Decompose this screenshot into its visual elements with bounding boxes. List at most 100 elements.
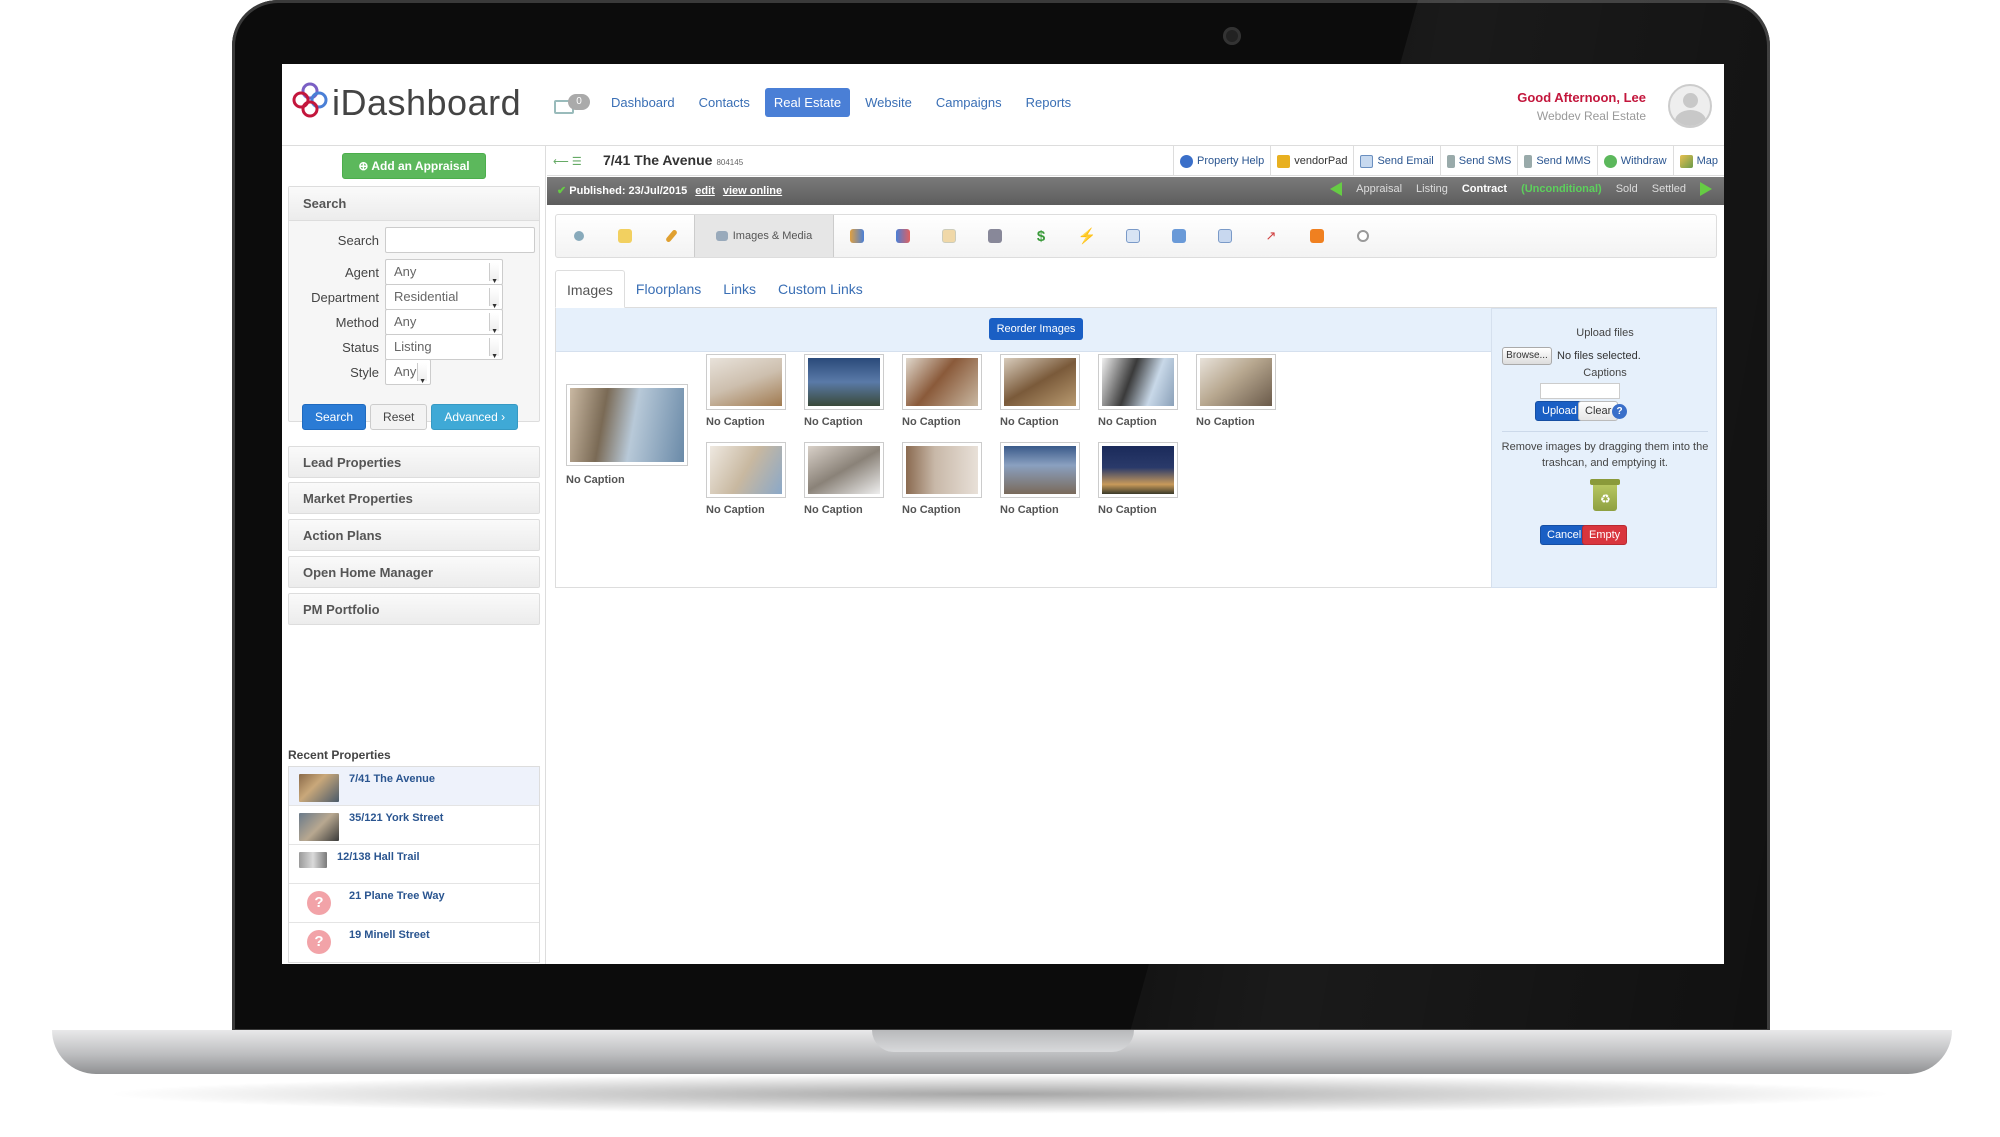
arrow-left-icon[interactable]	[1330, 182, 1343, 196]
map-button[interactable]: Map	[1672, 146, 1724, 176]
style-value: Any	[394, 364, 417, 379]
gallery-image[interactable]	[804, 354, 884, 410]
list-item[interactable]: ? 19 Minell Street	[289, 923, 539, 962]
stage-settled[interactable]: Settled	[1652, 183, 1686, 195]
list-item[interactable]: ? 21 Plane Tree Way	[289, 884, 539, 923]
gallery-image[interactable]	[706, 354, 786, 410]
arrow-right-icon[interactable]	[1700, 182, 1712, 196]
stage-sold[interactable]: Sold	[1616, 183, 1638, 195]
laptop-shadow	[100, 1074, 1900, 1114]
tab-custom-links[interactable]: Custom Links	[767, 270, 874, 307]
pencil-icon[interactable]	[648, 215, 694, 257]
calendar-icon[interactable]	[926, 215, 972, 257]
stage-appraisal[interactable]: Appraisal	[1356, 183, 1402, 195]
lightning-icon[interactable]: ⚡	[1064, 215, 1110, 257]
nav-website[interactable]: Website	[856, 88, 921, 117]
gallery-image[interactable]	[804, 442, 884, 498]
gallery-image[interactable]	[1000, 442, 1080, 498]
section-lead-properties[interactable]: Lead Properties	[288, 446, 540, 478]
empty-button[interactable]: Empty	[1582, 525, 1628, 545]
export-icon[interactable]	[1156, 215, 1202, 257]
no-files-text: No files selected.	[1557, 350, 1641, 362]
avatar[interactable]	[1668, 84, 1712, 128]
add-appraisal-button[interactable]: ⊕ Add an Appraisal	[342, 153, 486, 179]
search-panel: Search Search Agent Any ▼ Department Resi…	[288, 186, 540, 422]
gallery-image[interactable]	[1098, 442, 1178, 498]
stage-listing[interactable]: Listing	[1416, 183, 1448, 195]
search-button[interactable]: Search	[302, 404, 367, 430]
section-market-properties[interactable]: Market Properties	[288, 482, 540, 514]
status-select[interactable]: Listing ▼	[385, 334, 503, 360]
search-input[interactable]	[385, 227, 535, 253]
gallery-image[interactable]	[902, 354, 982, 410]
tab-images[interactable]: Images	[555, 270, 625, 308]
captions-input[interactable]	[1540, 383, 1620, 399]
send-mms-button[interactable]: Send MMS	[1517, 146, 1596, 176]
list-icon[interactable]: ⟵ ☰	[553, 155, 582, 168]
style-select[interactable]: Any ▼	[385, 359, 431, 385]
upload-title: Upload files	[1576, 327, 1634, 339]
section-action-plans[interactable]: Action Plans	[288, 519, 540, 551]
list-item[interactable]: 35/121 York Street	[289, 806, 539, 845]
tab-links[interactable]: Links	[712, 270, 767, 307]
list-item[interactable]: 12/138 Hall Trail	[289, 845, 539, 884]
tab-images-media[interactable]: Images & Media	[694, 215, 834, 257]
avatar-body	[1675, 110, 1706, 126]
dollar-icon[interactable]: $	[1018, 215, 1064, 257]
tab-floorplans[interactable]: Floorplans	[625, 270, 712, 307]
withdraw-button[interactable]: Withdraw	[1596, 146, 1673, 176]
printer-icon[interactable]	[972, 215, 1018, 257]
recycle-icon: ♻	[1600, 492, 1611, 506]
chevron-down-icon: ▼	[491, 328, 498, 335]
document-icon[interactable]	[1110, 215, 1156, 257]
nav-reports[interactable]: Reports	[1017, 88, 1081, 117]
nav-campaigns[interactable]: Campaigns	[927, 88, 1011, 117]
list-item[interactable]: 7/41 The Avenue	[289, 767, 539, 806]
send-sms-button[interactable]: Send SMS	[1439, 146, 1518, 176]
chart-icon[interactable]: ↗	[1248, 215, 1294, 257]
sidebar: ⊕ Add an Appraisal Search Search Agent A…	[282, 146, 546, 964]
send-email-button[interactable]: Send Email	[1353, 146, 1439, 176]
cancel-button[interactable]: Cancel	[1540, 525, 1589, 545]
recent-property-label: 19 Minell Street	[349, 929, 430, 941]
messages-button[interactable]: 0	[554, 94, 594, 118]
rss-icon[interactable]	[1294, 215, 1340, 257]
captions-label: Captions	[1583, 367, 1627, 379]
section-open-home-manager[interactable]: Open Home Manager	[288, 556, 540, 588]
search-icon[interactable]	[556, 215, 602, 257]
note-icon[interactable]	[602, 215, 648, 257]
gallery-image[interactable]	[1098, 354, 1178, 410]
department-select[interactable]: Residential ▼	[385, 284, 503, 310]
view-online-link[interactable]: view online	[723, 185, 782, 197]
help-icon[interactable]: ?	[1612, 404, 1627, 419]
method-select[interactable]: Any ▼	[385, 309, 503, 335]
nav-dashboard[interactable]: Dashboard	[602, 88, 684, 117]
reset-button[interactable]: Reset	[370, 404, 428, 430]
agent-select[interactable]: Any ▼	[385, 259, 503, 285]
trash-icon[interactable]: ♻	[1590, 479, 1620, 511]
group-icon[interactable]	[880, 215, 926, 257]
nav-real-estate[interactable]: Real Estate	[764, 88, 851, 117]
browse-button[interactable]: Browse...	[1502, 347, 1552, 365]
camera	[1223, 27, 1241, 45]
clock-icon[interactable]	[1340, 215, 1386, 257]
gallery-image[interactable]	[706, 442, 786, 498]
upload-button[interactable]: Upload	[1535, 401, 1584, 421]
mail-icon[interactable]	[1202, 215, 1248, 257]
photo	[1004, 446, 1076, 494]
gallery-image[interactable]	[1000, 354, 1080, 410]
gallery-image[interactable]	[1196, 354, 1276, 410]
section-pm-portfolio[interactable]: PM Portfolio	[288, 593, 540, 625]
gallery-image[interactable]	[902, 442, 982, 498]
people-icon[interactable]	[834, 215, 880, 257]
reorder-images-button[interactable]: Reorder Images	[989, 318, 1083, 340]
stage-contract[interactable]: Contract	[1462, 183, 1507, 195]
vendorpad-button[interactable]: vendorPad	[1270, 146, 1353, 176]
property-help-button[interactable]: Property Help	[1172, 146, 1270, 176]
nav-contacts[interactable]: Contacts	[690, 88, 759, 117]
stage-unconditional[interactable]: (Unconditional)	[1521, 183, 1602, 195]
divider	[1502, 431, 1708, 432]
gallery-image[interactable]	[566, 384, 688, 466]
advanced-button[interactable]: Advanced ›	[431, 404, 519, 430]
edit-link[interactable]: edit	[695, 185, 715, 197]
